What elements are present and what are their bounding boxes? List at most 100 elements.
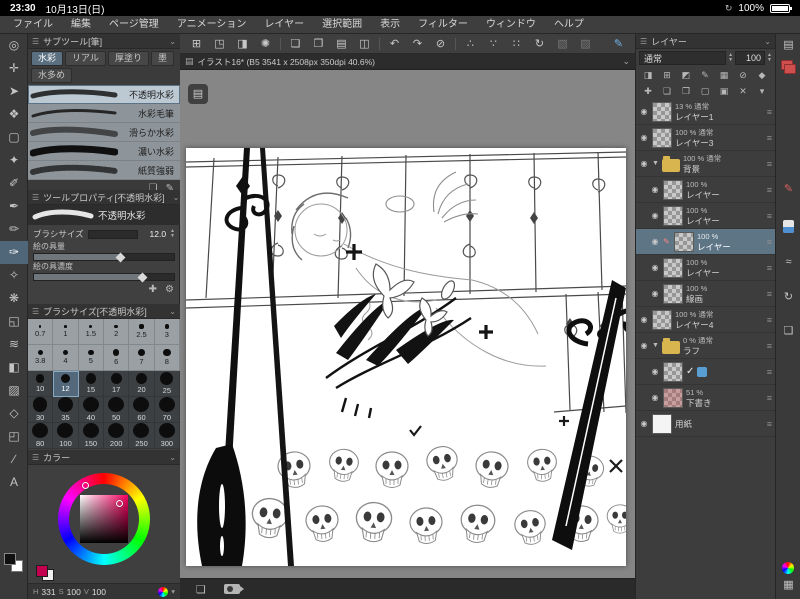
brush-size-cell[interactable]: 30 [28, 397, 54, 423]
pen-pressure-icon[interactable]: ✎ [607, 36, 630, 52]
select-op-2-icon[interactable]: ▨ [574, 36, 597, 52]
canvas-list-icon[interactable]: ▤ [185, 56, 194, 67]
visibility-eye-icon[interactable]: ◉ [639, 315, 649, 324]
mask-icon[interactable]: ◨ [639, 68, 657, 82]
brush-size-cell[interactable]: 1.5 [78, 319, 104, 345]
add-property-icon[interactable]: ✚ [149, 284, 157, 295]
brush-size-cell[interactable]: 25 [154, 371, 180, 397]
new-page-icon[interactable]: ❏ [284, 36, 307, 52]
panel-collapse-icon[interactable]: ⌄ [169, 307, 176, 316]
brush-size-cell[interactable]: 17 [104, 371, 130, 397]
menu-filter[interactable]: フィルター [409, 16, 477, 34]
panel-menu-icon[interactable]: ☰ [32, 453, 39, 462]
subtool-tab-atsunuri[interactable]: 厚塗り [107, 51, 149, 66]
grid-palette-icon[interactable]: ▦ [776, 578, 800, 591]
lock-alpha-icon[interactable]: ◩ [677, 68, 695, 82]
visibility-eye-icon[interactable]: ◉ [650, 393, 660, 402]
subtool-item[interactable]: 水彩毛筆 [28, 104, 180, 123]
panel-menu-icon[interactable]: ☰ [32, 193, 39, 202]
folder-icon[interactable] [661, 337, 680, 354]
visibility-eye-icon[interactable]: ◉ [650, 289, 660, 298]
quick-access-button[interactable]: ▤ [188, 84, 208, 104]
layer-row[interactable]: ◉ 13 % 通常 レイヤー1 ≡ [636, 99, 775, 125]
brush-size-cell[interactable]: 1 [53, 319, 79, 345]
new-layer-icon[interactable]: ✚ [639, 84, 657, 98]
panel-collapse-icon[interactable]: ⌄ [169, 453, 176, 462]
panel-collapse-icon[interactable]: ⌄ [764, 37, 771, 46]
subtool-item[interactable]: 滑らか水彩 [28, 123, 180, 142]
menu-animation[interactable]: アニメーション [168, 16, 256, 34]
menu-help[interactable]: ヘルプ [545, 16, 593, 34]
folder-expand-icon[interactable]: ▼ [652, 342, 659, 349]
layer-thumbnail[interactable] [663, 257, 683, 278]
layer-row[interactable]: ◉ 100 % 通常 レイヤー4 ≡ [636, 307, 775, 333]
subtool-item[interactable]: 紙質強弱 [28, 161, 180, 180]
layer-row[interactable]: ◉ 100 % レイヤー ≡ [636, 177, 775, 203]
display-icon[interactable]: ◨ [231, 36, 254, 52]
layer-thumbnail[interactable] [674, 231, 694, 252]
hue-marker[interactable] [82, 482, 89, 489]
blend-mode-stepper[interactable]: ▲ ▼ [728, 53, 733, 63]
edit-lock-icon[interactable]: ✎ [696, 68, 714, 82]
brush-size-cell[interactable]: 15 [78, 371, 104, 397]
menu-selection[interactable]: 選択範囲 [313, 16, 371, 34]
layer-thumbnail[interactable] [652, 127, 672, 148]
frame-tool-icon[interactable]: ◰ [0, 425, 28, 448]
move-tool-icon[interactable]: ✛ [0, 57, 28, 80]
brush-size-cell[interactable]: 10 [28, 371, 54, 397]
draft-icon[interactable]: ⊘ [734, 68, 752, 82]
brush-size-cell[interactable]: 80 [28, 423, 54, 449]
delete-layer-icon[interactable]: ✕ [734, 84, 752, 98]
brush-size-cell[interactable]: 300 [154, 423, 180, 449]
visibility-eye-icon[interactable]: ◉ [639, 133, 649, 142]
visibility-eye-icon[interactable]: ◉ [650, 211, 660, 220]
color-palette-icon[interactable] [782, 562, 794, 574]
sv-marker[interactable] [116, 500, 123, 507]
operation-tool-icon[interactable]: ➤ [0, 80, 28, 103]
layer-color-badge[interactable] [697, 366, 708, 377]
subtool-tab-real[interactable]: リアル [65, 51, 106, 66]
layer-folder-row[interactable]: ◉ ▼ 100 % 通常 背景 ≡ [636, 151, 775, 177]
visibility-eye-icon[interactable]: ◉ [639, 107, 649, 116]
pen-tool-icon[interactable]: ✒ [0, 195, 28, 218]
menu-file[interactable]: ファイル [4, 16, 62, 34]
gradient-tool-icon[interactable]: ▨ [0, 379, 28, 402]
layer-thumbnail[interactable] [663, 387, 683, 408]
visibility-eye-icon[interactable]: ◉ [650, 185, 660, 194]
layer-row-selected[interactable]: ◉ ✎ 100 % レイヤー ≡ [636, 229, 775, 255]
stroke-icon[interactable]: ≈ [776, 256, 800, 268]
tab-overflow-icon[interactable]: ⌄ [622, 56, 630, 67]
ink-bottle-icon[interactable] [783, 220, 794, 233]
page-manager-icon[interactable]: ❏ [196, 583, 206, 596]
text-tool-icon[interactable]: A [0, 471, 28, 494]
panel-menu-icon[interactable]: ☰ [640, 37, 647, 46]
visibility-eye-icon[interactable]: ◉ [650, 237, 660, 246]
panel-collapse-icon[interactable]: ⌄ [169, 37, 176, 46]
brush-size-cell[interactable]: 3 [154, 319, 180, 345]
layer-thumbnail[interactable] [652, 101, 672, 122]
layer-thumbnail[interactable] [663, 283, 683, 304]
blend-mode-select[interactable]: 通常 [639, 51, 727, 65]
canvas-tab-title[interactable]: イラスト16* (B5 3541 x 2508px 350dpi 40.6%) [198, 56, 376, 68]
brush-size-cell[interactable]: 7 [129, 345, 155, 371]
visibility-eye-icon[interactable]: ◉ [639, 419, 649, 428]
subtool-item[interactable]: 濃い水彩 [28, 142, 180, 161]
paint-density-slider[interactable] [33, 272, 175, 283]
panel-menu-icon[interactable]: ☰ [32, 307, 39, 316]
workspace-grid-icon[interactable]: ⊞ [185, 36, 208, 52]
brush-size-cell[interactable]: 20 [129, 371, 155, 397]
duplicate-layer-icon[interactable]: ❐ [677, 84, 695, 98]
pencil-tool-icon[interactable]: ✏ [0, 218, 28, 241]
airbrush-tool-icon[interactable]: ✧ [0, 264, 28, 287]
brush-size-cell[interactable]: 5 [78, 345, 104, 371]
sync-icon[interactable]: ↻ [776, 290, 800, 303]
brush-size-cell[interactable]: 8 [154, 345, 180, 371]
layer-thumbnail[interactable] [663, 205, 683, 226]
fill-tool-icon[interactable]: ◧ [0, 356, 28, 379]
brush-size-cell[interactable]: 2 [104, 319, 130, 345]
brush-size-cell[interactable]: 35 [53, 397, 79, 423]
subtool-tab-mizuoome[interactable]: 水多め [31, 68, 73, 83]
opacity-stepper[interactable]: ▲ ▼ [767, 53, 772, 63]
figure-tool-icon[interactable]: ◇ [0, 402, 28, 425]
eraser-tool-icon[interactable]: ◱ [0, 310, 28, 333]
